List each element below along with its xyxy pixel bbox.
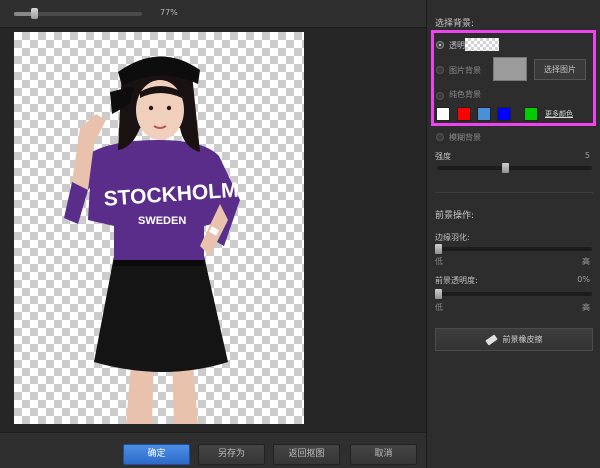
feather-low-label: 低 [435,257,443,266]
zoom-value: 77% [160,8,178,17]
section-divider [435,192,593,193]
cutout-photo: STOCKHOLM SWEDEN [64,56,240,424]
color-swatch-white[interactable] [436,107,450,121]
more-colors-link[interactable]: 更多颜色 [545,109,573,119]
bottom-action-bar: 确定 另存为 返回抠图 取消 [0,432,426,468]
zoom-slider-thumb[interactable] [31,8,38,19]
choose-image-button[interactable]: 选择图片 [534,59,586,80]
opacity-high-label: 高 [582,303,590,312]
feather-high-label: 高 [582,257,590,266]
shirt-text-line2: SWEDEN [138,215,186,227]
blur-bg-label: 模糊背景 [449,133,481,142]
strength-slider-thumb[interactable] [502,163,509,173]
strength-label: 强度 [435,152,451,161]
eraser-icon [484,333,498,346]
transparent-bg-preview [465,38,499,51]
canvas-area: STOCKHOLM SWEDEN [0,28,426,442]
foreground-section-title: 前景操作: [435,211,475,221]
image-bg-label: 图片背景 [449,66,481,75]
right-panel: 选择背景: 透明背景 图片背景 选择图片 纯色背景 更多颜色 模糊背景 强度 5… [426,0,600,468]
foreground-eraser-button[interactable]: 前景橡皮擦 [435,328,593,351]
strength-slider-track[interactable] [437,166,592,170]
feather-slider-thumb[interactable] [435,244,442,254]
transparent-bg-radio[interactable] [436,41,444,49]
color-swatch-blue[interactable] [497,107,511,121]
blur-bg-radio[interactable] [436,133,444,141]
transparent-canvas[interactable]: STOCKHOLM SWEDEN [14,32,304,424]
background-section-title: 选择背景: [435,19,475,29]
foreground-eraser-label: 前景橡皮擦 [502,335,543,344]
opacity-value: 0% [577,275,590,284]
opacity-low-label: 低 [435,303,443,312]
opacity-label: 前景透明度: [435,276,478,285]
feather-slider-track[interactable] [437,247,592,251]
ok-button[interactable]: 确定 [123,444,190,465]
zoom-bar: 77% [0,0,426,28]
feather-label: 边缘羽化: [435,233,470,242]
color-swatch-light-blue[interactable] [477,107,491,121]
opacity-slider-track[interactable] [437,292,592,296]
opacity-slider-thumb[interactable] [435,289,442,299]
color-swatch-green[interactable] [524,107,538,121]
image-bg-preview [493,57,527,81]
back-to-cutout-button[interactable]: 返回抠图 [273,444,340,465]
solid-bg-label: 纯色背景 [449,90,481,99]
solid-bg-radio[interactable] [436,92,444,100]
canvas-scrollbar[interactable] [417,62,423,442]
save-as-button[interactable]: 另存为 [198,444,265,465]
cancel-button[interactable]: 取消 [350,444,417,465]
image-bg-radio[interactable] [436,66,444,74]
color-swatch-red[interactable] [457,107,471,121]
strength-value: 5 [584,151,590,160]
